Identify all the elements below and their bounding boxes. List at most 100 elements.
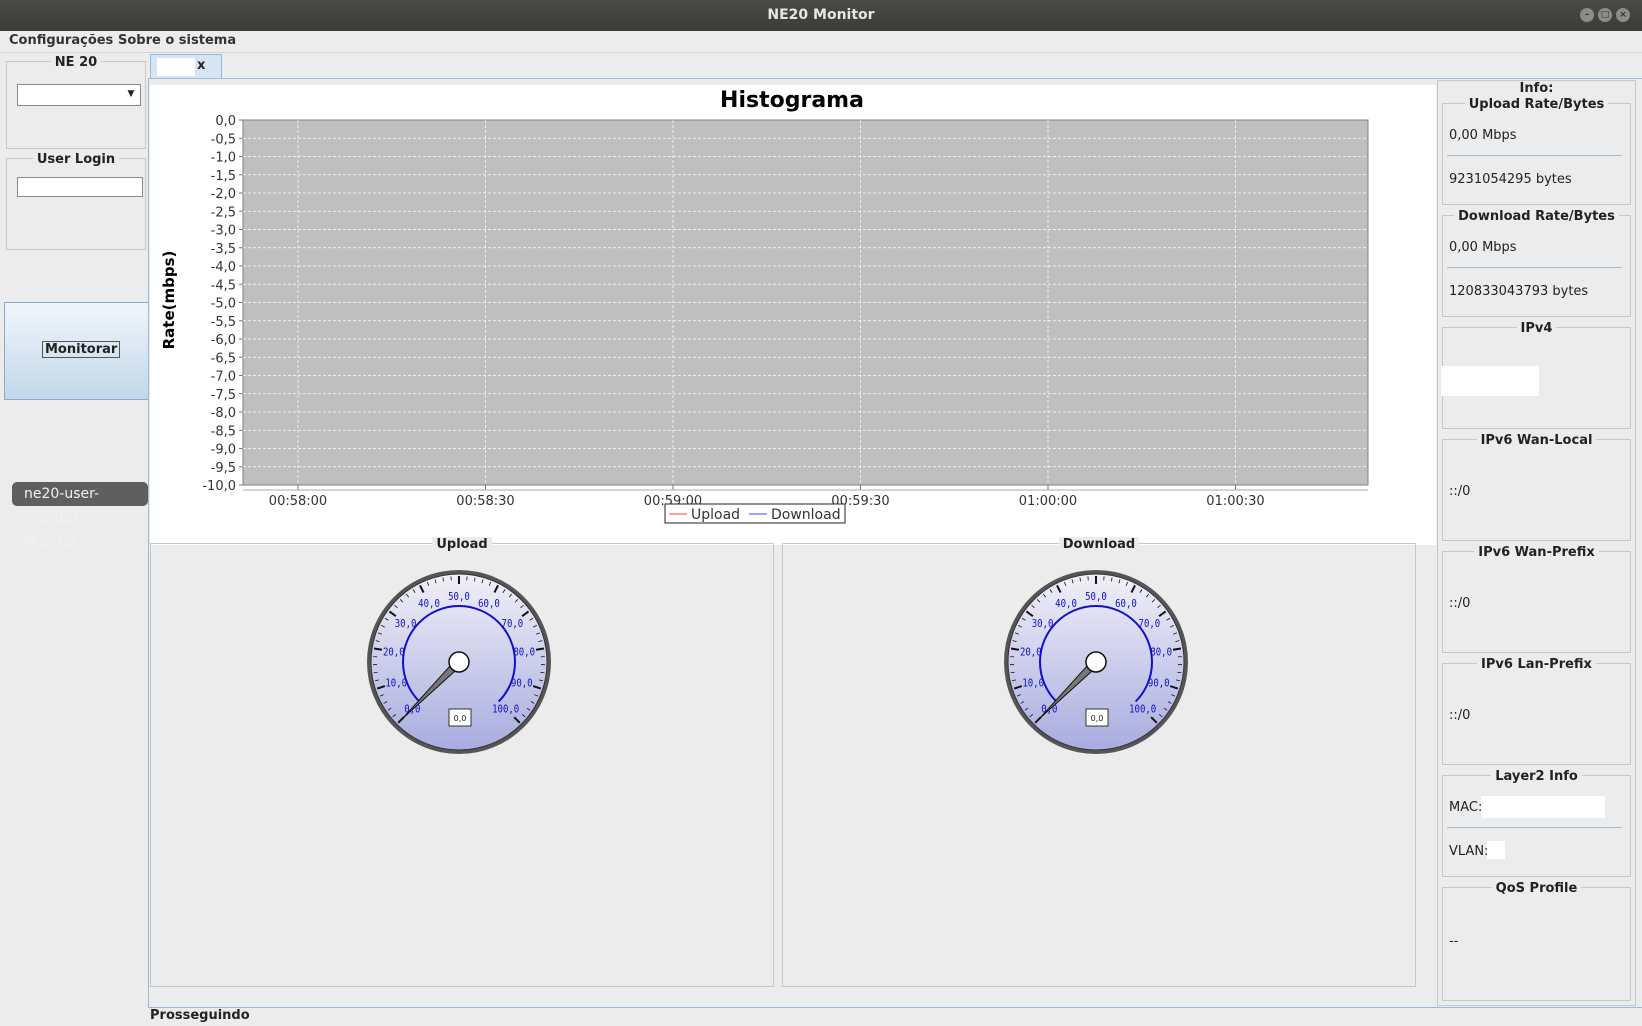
info-panel: Info: Upload Rate/Bytes 0,00 Mbps 923105… bbox=[1437, 80, 1636, 1006]
chart-title: Histograma bbox=[720, 88, 864, 113]
legend-label-upload: Upload bbox=[691, 507, 740, 523]
x-tick-label: 01:00:00 bbox=[1019, 494, 1077, 509]
gauge-major-tick bbox=[373, 647, 383, 651]
legend: Upload Download bbox=[664, 503, 846, 524]
y-tick-label: -1,5 bbox=[211, 169, 236, 184]
vlan-label: VLAN: bbox=[1449, 844, 1489, 859]
mac-value bbox=[1481, 796, 1605, 818]
y-tick-label: -3,5 bbox=[211, 242, 236, 257]
menu-configuracoes[interactable]: Configurações bbox=[6, 33, 116, 48]
window-titlebar: NE20 Monitor – □ × bbox=[0, 0, 1642, 31]
y-tick-label: -3,0 bbox=[211, 224, 236, 239]
ipv6-wan-prefix-box: IPv6 Wan-Prefix ::/0 bbox=[1442, 545, 1631, 653]
gauge-scale-label: 70,0 bbox=[502, 618, 524, 630]
sidebar: NE 20 ▼ User Login Monitorar ne20-user-m… bbox=[2, 54, 150, 1024]
qos-value: -- bbox=[1449, 934, 1459, 949]
upload-bytes-value: 9231054295 bytes bbox=[1449, 172, 1572, 187]
y-tick-label: -6,5 bbox=[211, 351, 236, 366]
x-tick-label: 01:00:30 bbox=[1206, 494, 1264, 509]
ipv6-wan-local-title: IPv6 Wan-Local bbox=[1476, 433, 1597, 448]
gauge-scale-label: 10,0 bbox=[385, 678, 407, 690]
gauge-major-tick bbox=[535, 647, 545, 651]
gauge-scale-label: 20,0 bbox=[1020, 647, 1042, 659]
upload-rate-value: 0,00 Mbps bbox=[1449, 128, 1517, 143]
gauge-scale-label: 70,0 bbox=[1139, 618, 1161, 630]
window-title: NE20 Monitor bbox=[767, 7, 875, 23]
gauge-scale-label: 30,0 bbox=[395, 618, 417, 630]
histogram-chart: Histograma Rate(mbps) 0,0 -0,5 -1,0 -1,5 -2,… bbox=[150, 85, 1436, 545]
user-login-input[interactable] bbox=[17, 177, 143, 197]
gauge-scale-label: 40,0 bbox=[418, 598, 440, 610]
download-bytes-value: 120833043793 bytes bbox=[1449, 284, 1589, 299]
y-tick-label: -9,5 bbox=[211, 461, 236, 476]
gauge-scale-label: 10,0 bbox=[1022, 678, 1044, 690]
ipv6-wan-prefix-title: IPv6 Wan-Prefix bbox=[1474, 545, 1599, 560]
upload-gauge-panel: Upload 0,0 10,0 20,0 30,040,0 50,0 60,070,0 80… bbox=[150, 537, 774, 987]
user-login-panel: User Login bbox=[6, 152, 146, 250]
y-tick-label: -4,5 bbox=[211, 278, 236, 293]
y-tick-label: -1,0 bbox=[211, 151, 236, 166]
menu-sobre-o-sistema[interactable]: Sobre o sistema bbox=[115, 33, 239, 48]
gauge-scale-label: 100,0 bbox=[492, 704, 519, 716]
ipv6-wan-prefix-value: ::/0 bbox=[1449, 596, 1471, 611]
download-gauge-title: Download bbox=[1058, 537, 1140, 552]
x-tick-label: 00:58:30 bbox=[456, 494, 514, 509]
y-tick-label: -7,5 bbox=[211, 388, 236, 403]
y-tick-label: -5,5 bbox=[211, 315, 236, 330]
qos-title: QoS Profile bbox=[1491, 881, 1582, 896]
ipv4-title: IPv4 bbox=[1516, 321, 1557, 336]
separator bbox=[1447, 267, 1622, 268]
tab-label bbox=[157, 58, 195, 76]
separator bbox=[1447, 155, 1622, 156]
monitor-button[interactable]: Monitorar bbox=[4, 302, 150, 400]
y-tick-label: -10,0 bbox=[202, 479, 236, 494]
gauge-scale-label: 80,0 bbox=[1150, 647, 1172, 659]
gauge-scale-label: 40,0 bbox=[1055, 598, 1077, 610]
tab-monitor[interactable]: x bbox=[150, 54, 222, 78]
window-controls: – □ × bbox=[1580, 8, 1630, 22]
y-tick-label: -9,0 bbox=[211, 443, 236, 458]
minimize-icon[interactable]: – bbox=[1580, 8, 1594, 22]
user-login-label: User Login bbox=[32, 152, 120, 167]
ipv6-wan-local-value: ::/0 bbox=[1449, 484, 1471, 499]
ipv6-lan-prefix-title: IPv6 Lan-Prefix bbox=[1477, 657, 1596, 672]
y-tick-label: -4,0 bbox=[211, 260, 236, 275]
ne20-select[interactable]: ▼ bbox=[17, 84, 141, 106]
gauge-hub bbox=[1085, 651, 1107, 673]
upload-rate-box: Upload Rate/Bytes 0,00 Mbps 9231054295 b… bbox=[1442, 97, 1631, 205]
y-tick-label: -8,0 bbox=[211, 406, 236, 421]
download-rate-value: 0,00 Mbps bbox=[1449, 240, 1517, 255]
ipv6-lan-prefix-value: ::/0 bbox=[1449, 708, 1471, 723]
y-axis-label: Rate(mbps) bbox=[160, 251, 178, 350]
mac-label: MAC: bbox=[1449, 800, 1483, 815]
gauge-readout: 0,0 bbox=[1091, 714, 1104, 723]
tab-close-icon[interactable]: x bbox=[197, 58, 205, 73]
layer2-title: Layer2 Info bbox=[1491, 769, 1582, 784]
download-rate-box: Download Rate/Bytes 0,00 Mbps 1208330437… bbox=[1442, 209, 1631, 317]
separator bbox=[1447, 827, 1622, 828]
status-bar: Prosseguindo bbox=[150, 1008, 250, 1023]
maximize-icon[interactable]: □ bbox=[1598, 8, 1612, 22]
info-title: Info: bbox=[1519, 81, 1554, 96]
tab-strip: x bbox=[150, 54, 1642, 78]
upload-gauge: 0,0 10,0 20,0 30,040,0 50,0 60,070,0 80,0 90,0 1… bbox=[367, 570, 551, 754]
gauge-hub bbox=[448, 651, 470, 673]
legend-label-download: Download bbox=[771, 507, 841, 523]
ipv4-value bbox=[1441, 366, 1539, 396]
menu-bar: Configurações Sobre o sistema bbox=[0, 31, 1642, 53]
gauge-minor-tick bbox=[540, 671, 545, 674]
upload-gauge-title: Upload bbox=[432, 537, 492, 552]
layer2-box: Layer2 Info MAC: VLAN: bbox=[1442, 769, 1631, 877]
close-icon[interactable]: × bbox=[1616, 8, 1630, 22]
chevron-down-icon[interactable]: ▼ bbox=[124, 87, 138, 101]
vlan-value bbox=[1487, 841, 1505, 859]
gauge-minor-tick bbox=[373, 671, 378, 674]
x-tick-label: 00:58:00 bbox=[269, 494, 327, 509]
ipv6-lan-prefix-box: IPv6 Lan-Prefix ::/0 bbox=[1442, 657, 1631, 765]
gauge-scale-label: 90,0 bbox=[511, 678, 533, 690]
download-rate-title: Download Rate/Bytes bbox=[1454, 209, 1619, 224]
download-gauge-panel: Download 0,0 10,0 20,0 30,040,0 50,0 60,070,0… bbox=[782, 537, 1416, 987]
tooltip: ne20-user-monitor-Monitor bbox=[12, 482, 148, 550]
y-tick-label: -5,0 bbox=[211, 297, 236, 312]
qos-box: QoS Profile -- bbox=[1442, 881, 1631, 1001]
